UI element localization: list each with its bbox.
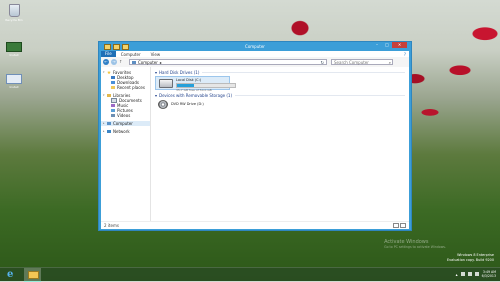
chevron-down-icon[interactable]: ▾ [155,93,157,98]
build-text: Evaluation copy. Build 9200 [447,257,494,262]
details-view-icon[interactable] [393,223,399,228]
section-label: Hard Disk Drives (1) [159,69,200,75]
computer-icon [132,60,136,64]
star-icon [107,70,111,75]
evaluation-notice: Windows 8 Enterprise Evaluation copy. Bu… [447,253,494,262]
large-icons-view-icon[interactable] [400,223,406,228]
taskbar: e ▴ 3:49 AM 6/3/2013 [0,267,500,282]
section-removable-storage[interactable]: ▾ Devices with Removable Storage (1) [155,92,405,98]
install-desktop-icon-2[interactable]: Install [3,74,25,89]
content-pane: ▾ Hard Disk Drives (1) Local Disk (C:) 3… [151,67,409,222]
file-explorer-taskbar-button[interactable] [24,268,41,282]
folder-icon [28,271,39,279]
search-icon[interactable]: ⌕ [389,60,391,65]
drive-usage-fill [177,84,194,87]
navigation-pane: ▾ Favorites Desktop Downloads Recent plac… [101,67,151,222]
search-placeholder: Search Computer [334,59,369,65]
maximize-button[interactable]: □ [382,42,392,48]
drive-name: DVD RW Drive (D:) [171,102,204,106]
section-hard-disk-drives[interactable]: ▾ Hard Disk Drives (1) [155,69,405,75]
chevron-down-icon[interactable]: ▾ [103,70,107,75]
section-label: Devices with Removable Storage (1) [159,92,233,98]
status-bar: 2 items [101,221,409,229]
refresh-icon[interactable]: ↻ [321,60,324,65]
up-button[interactable]: ↑ [119,59,125,65]
nav-item-recent-places[interactable]: Recent places [101,85,150,90]
install-icon [6,42,22,52]
nav-item-network[interactable]: ▸ Network [101,129,150,134]
section-divider [235,94,405,96]
watermark-subtitle: Go to PC settings to activate Windows. [384,245,446,249]
tab-computer[interactable]: Computer [116,52,146,57]
dvd-drive-icon [158,100,168,109]
search-input[interactable]: Search Computer ⌕ [331,59,393,65]
libraries-icon [107,94,111,97]
tab-file[interactable]: File [101,51,116,57]
minimize-button[interactable]: – [372,42,382,48]
forward-button[interactable]: → [111,59,117,65]
desktop-icon-label: Install [9,53,19,57]
explorer-body: ▾ Favorites Desktop Downloads Recent plac… [101,67,409,222]
activation-watermark: Activate Windows Go to PC settings to ac… [384,240,446,250]
drive-name: Local Disk (C:) [176,78,202,82]
clock-date: 6/3/2013 [481,274,496,279]
system-tray: ▴ 3:49 AM 6/3/2013 [456,270,496,278]
chevron-down-icon[interactable]: ▾ [155,70,157,75]
drive-dvd-rw-d[interactable]: DVD RW Drive (D:) [155,99,405,113]
recent-places-icon [111,86,115,89]
computer-icon [107,122,111,125]
close-button[interactable]: ✕ [392,42,407,48]
section-divider [202,71,405,73]
show-hidden-icons-icon[interactable]: ▴ [456,272,458,277]
recycle-bin-icon [8,4,20,17]
volume-icon[interactable] [474,272,479,277]
window-title: Computer [245,44,265,49]
address-text: Computer [138,59,158,65]
install-desktop-icon-1[interactable]: Install [3,42,25,57]
videos-icon [111,114,115,117]
desktop-icon [111,76,115,79]
downloads-icon [111,81,115,84]
explorer-window[interactable]: Computer – □ ✕ File Computer View ? ← → … [98,41,412,231]
back-button[interactable]: ← [103,59,109,65]
pictures-icon [111,109,115,112]
music-icon [111,104,115,107]
address-bar[interactable]: Computer ▸ ↻ [129,59,327,65]
install-icon [6,74,22,84]
item-count: 2 items [104,223,119,228]
help-icon[interactable]: ? [404,52,406,57]
desktop-icon-label: Install [9,85,19,89]
network-tray-icon[interactable] [467,272,472,277]
flag-icon[interactable] [460,272,465,277]
nav-item-videos[interactable]: Videos [101,113,150,118]
chevron-right-icon[interactable]: ▸ [160,60,162,65]
nav-item-computer[interactable]: ▸ Computer [101,121,150,126]
title-bar[interactable]: Computer – □ ✕ [99,42,411,51]
network-icon [107,130,111,133]
tab-view[interactable]: View [146,52,166,57]
hard-drive-icon [159,79,173,88]
drive-local-disk-c[interactable]: Local Disk (C:) 35.7 GB free of 50.0 GB [155,76,236,92]
drive-free-space: 35.7 GB free of 50.0 GB [176,88,212,92]
recycle-bin-desktop-icon[interactable]: Recycle Bin [3,4,25,22]
drive-usage-bar [176,83,236,88]
internet-explorer-icon[interactable]: e [7,269,18,280]
desktop-icon-label: Recycle Bin [5,18,23,22]
clock[interactable]: 3:49 AM 6/3/2013 [482,270,496,278]
